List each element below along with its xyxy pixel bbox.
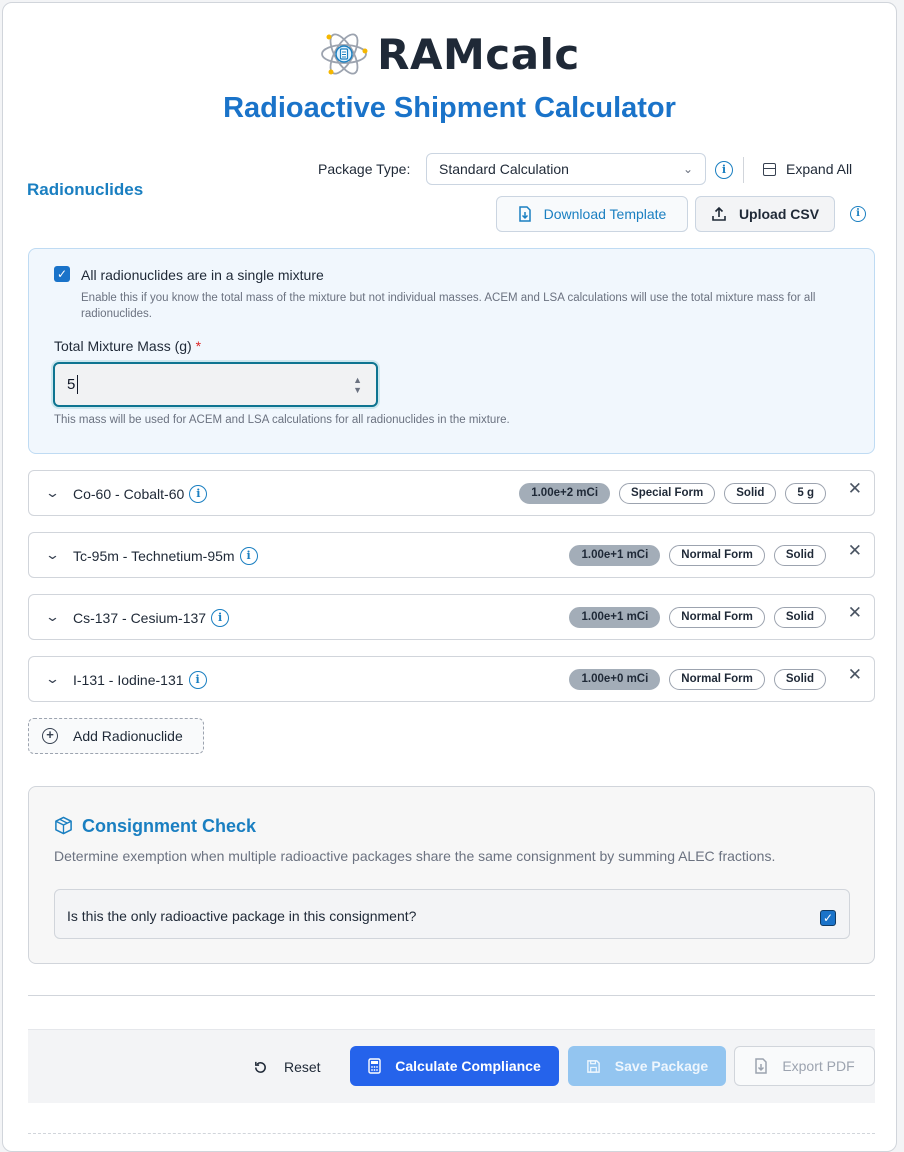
consignment-question: Is this the only radioactive package in … bbox=[67, 908, 417, 924]
nuclide-row[interactable]: ⌄ I-131 - Iodine-131 i 1.00e+0 mCi Norma… bbox=[28, 656, 875, 702]
info-icon[interactable]: i bbox=[239, 547, 258, 565]
form-badge: Normal Form bbox=[669, 545, 765, 566]
export-pdf-button[interactable]: Export PDF bbox=[734, 1046, 875, 1086]
add-radionuclide-label: Add Radionuclide bbox=[73, 728, 183, 744]
activity-badge: 1.00e+2 mCi bbox=[519, 483, 611, 504]
nuclide-row[interactable]: ⌄ Cs-137 - Cesium-137 i 1.00e+1 mCi Norm… bbox=[28, 594, 875, 640]
form-badge: Normal Form bbox=[669, 607, 765, 628]
info-icon[interactable]: i bbox=[211, 609, 230, 627]
nuclide-name: Co-60 - Cobalt-60 i bbox=[73, 485, 208, 503]
mixture-mass-label: Total Mixture Mass (g) * bbox=[54, 338, 201, 354]
info-icon[interactable]: i bbox=[189, 485, 208, 503]
mixture-mass-value: 5 bbox=[67, 376, 76, 393]
state-badge: Solid bbox=[773, 669, 826, 690]
save-package-button[interactable]: Save Package bbox=[568, 1046, 726, 1086]
file-download-icon bbox=[755, 1058, 768, 1074]
plus-circle-icon: + bbox=[42, 728, 58, 744]
expand-icon bbox=[763, 162, 776, 176]
nuclide-row[interactable]: ⌄ Co-60 - Cobalt-60 i 1.00e+2 mCi Specia… bbox=[28, 470, 875, 516]
state-badge: Solid bbox=[724, 483, 777, 504]
number-stepper-icon[interactable]: ▲ ▼ bbox=[353, 375, 362, 395]
consignment-panel: Consignment Check Determine exemption wh… bbox=[28, 786, 875, 964]
nuclide-name-text: Cs-137 - Cesium-137 bbox=[73, 610, 207, 626]
logo-text: RAMcalc bbox=[377, 29, 580, 79]
nuclide-badges: 1.00e+0 mCi Normal Form Solid bbox=[569, 669, 826, 690]
single-mixture-label: All radionuclides are in a single mixtur… bbox=[81, 267, 324, 283]
export-label: Export PDF bbox=[782, 1058, 855, 1074]
radionuclides-heading: Radionuclides bbox=[27, 180, 144, 199]
file-download-icon bbox=[518, 206, 531, 222]
add-radionuclide-button[interactable]: + Add Radionuclide bbox=[28, 718, 204, 754]
upload-csv-label: Upload CSV bbox=[738, 206, 820, 222]
calculate-label: Calculate Compliance bbox=[395, 1058, 541, 1074]
logo: RAMcalc bbox=[3, 29, 896, 79]
nuclide-name-text: Tc-95m - Technetium-95m bbox=[73, 548, 235, 564]
reset-icon bbox=[255, 1061, 266, 1073]
mixture-mass-input[interactable]: 5 ▲ ▼ bbox=[53, 362, 378, 407]
chevron-down-icon[interactable]: ⌄ bbox=[45, 609, 60, 625]
single-mixture-checkbox[interactable]: ✓ bbox=[54, 266, 70, 282]
nuclide-badges: 1.00e+2 mCi Special Form Solid 5 g bbox=[519, 483, 826, 504]
chevron-down-icon[interactable]: ⌄ bbox=[45, 485, 60, 501]
reset-label: Reset bbox=[284, 1059, 321, 1075]
state-badge: Solid bbox=[773, 545, 826, 566]
upload-info-icon[interactable]: i bbox=[850, 206, 866, 222]
activity-badge: 1.00e+1 mCi bbox=[569, 545, 661, 566]
info-icon[interactable]: i bbox=[188, 671, 207, 689]
upload-icon bbox=[712, 206, 726, 221]
nuclide-name-text: I-131 - Iodine-131 bbox=[73, 672, 184, 688]
single-mixture-help: Enable this if you know the total mass o… bbox=[81, 292, 816, 320]
upload-csv-button[interactable]: Upload CSV bbox=[695, 196, 835, 232]
package-type-select[interactable]: Standard Calculation ⌄ bbox=[426, 153, 706, 185]
nuclide-name: Tc-95m - Technetium-95m i bbox=[73, 547, 258, 565]
nuclide-badges: 1.00e+1 mCi Normal Form Solid bbox=[569, 607, 826, 628]
atom-logo-icon bbox=[321, 33, 368, 75]
reset-button[interactable]: Reset bbox=[253, 1048, 321, 1086]
package-type-info-icon[interactable]: i bbox=[715, 161, 733, 179]
download-template-label: Download Template bbox=[543, 206, 667, 222]
chevron-down-icon[interactable]: ⌄ bbox=[45, 671, 60, 687]
close-icon[interactable]: ✕ bbox=[848, 541, 862, 561]
consignment-question-row[interactable]: Is this the only radioactive package in … bbox=[54, 889, 850, 939]
form-badge: Special Form bbox=[619, 483, 716, 504]
package-type-value: Standard Calculation bbox=[439, 161, 569, 177]
expand-all-button[interactable]: Expand All bbox=[763, 161, 852, 177]
state-badge: Solid bbox=[773, 607, 826, 628]
divider bbox=[28, 1133, 875, 1143]
calculate-compliance-button[interactable]: Calculate Compliance bbox=[350, 1046, 559, 1086]
package-icon bbox=[55, 816, 72, 835]
consignment-title: Consignment Check bbox=[82, 816, 257, 836]
close-icon[interactable]: ✕ bbox=[848, 603, 862, 623]
consignment-description: Determine exemption when multiple radioa… bbox=[54, 848, 776, 864]
divider bbox=[28, 995, 875, 996]
mixture-mass-help: This mass will be used for ACEM and LSA … bbox=[54, 414, 510, 426]
nuclide-badges: 1.00e+1 mCi Normal Form Solid bbox=[569, 545, 826, 566]
mixture-panel: ✓ All radionuclides are in a single mixt… bbox=[28, 248, 875, 454]
mass-badge: 5 g bbox=[785, 483, 826, 504]
nuclide-name: Cs-137 - Cesium-137 i bbox=[73, 609, 230, 627]
page-title: Radioactive Shipment Calculator bbox=[223, 92, 676, 124]
nuclide-row[interactable]: ⌄ Tc-95m - Technetium-95m i 1.00e+1 mCi … bbox=[28, 532, 875, 578]
form-badge: Normal Form bbox=[669, 669, 765, 690]
close-icon[interactable]: ✕ bbox=[848, 665, 862, 685]
close-icon[interactable]: ✕ bbox=[848, 479, 862, 499]
save-icon bbox=[586, 1059, 600, 1073]
nuclide-name-text: Co-60 - Cobalt-60 bbox=[73, 486, 185, 502]
nuclide-name: I-131 - Iodine-131 i bbox=[73, 671, 207, 689]
save-label: Save Package bbox=[614, 1058, 709, 1074]
expand-all-label: Expand All bbox=[786, 161, 853, 177]
activity-badge: 1.00e+1 mCi bbox=[569, 607, 661, 628]
activity-badge: 1.00e+0 mCi bbox=[569, 669, 661, 690]
calculator-card: RAMcalc Radioactive Shipment Calculator … bbox=[2, 2, 897, 1152]
text-caret bbox=[77, 375, 78, 394]
required-mark: * bbox=[195, 338, 202, 354]
chevron-down-icon[interactable]: ⌄ bbox=[45, 547, 60, 563]
only-package-checkbox[interactable]: ✓ bbox=[820, 910, 836, 926]
divider bbox=[743, 157, 744, 183]
download-template-button[interactable]: Download Template bbox=[496, 196, 688, 232]
calculator-icon bbox=[368, 1058, 381, 1074]
mixture-mass-label-text: Total Mixture Mass (g) bbox=[54, 338, 192, 354]
package-type-label: Package Type: bbox=[318, 161, 411, 177]
chevron-down-icon: ⌄ bbox=[682, 162, 693, 176]
